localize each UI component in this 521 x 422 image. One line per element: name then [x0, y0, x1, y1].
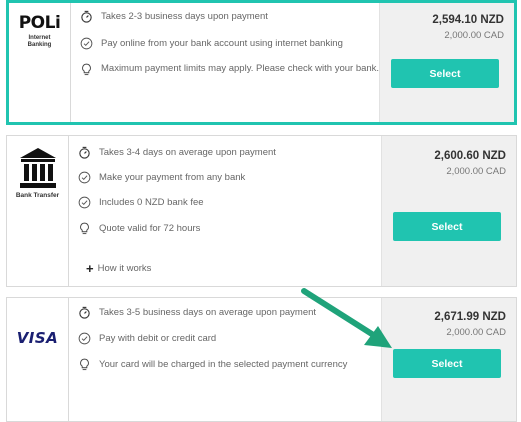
visa-price-panel: 2,671.99 NZD 2,000.00 CAD Select: [381, 298, 516, 421]
feature-row: Includes 0 NZD bank fee: [78, 196, 204, 209]
price-nzd: 2,594.10 NZD: [432, 14, 504, 26]
feature-text: Pay with debit or credit card: [99, 332, 217, 344]
how-it-works-label: How it works: [97, 263, 152, 274]
visa-details: Takes 3-5 business days on average upon …: [69, 298, 381, 421]
price-cad: 2,000.00 CAD: [444, 30, 504, 41]
feature-text: Takes 3-4 days on average upon payment: [99, 146, 276, 158]
check-circle-icon: [78, 332, 91, 345]
select-button[interactable]: Select: [391, 59, 499, 88]
feature-row: Takes 2-3 business days upon payment: [80, 10, 268, 23]
poli-logo: POLi Internet Banking: [9, 3, 71, 122]
visa-logo: VISA: [7, 298, 69, 421]
poli-details: Takes 2-3 business days upon payment Pay…: [71, 3, 379, 122]
feature-text: Quote valid for 72 hours: [99, 222, 201, 234]
feature-row: Takes 3-4 days on average upon payment: [78, 146, 276, 159]
feature-text: Takes 2-3 business days upon payment: [101, 10, 268, 22]
payment-option-poli[interactable]: POLi Internet Banking Takes 2-3 business…: [6, 0, 517, 125]
payment-option-bank-transfer[interactable]: Bank Transfer Takes 3-4 days on average …: [6, 135, 517, 287]
bank-transfer-label: Bank Transfer: [15, 192, 60, 199]
check-circle-icon: [80, 37, 93, 50]
price-cad: 2,000.00 CAD: [446, 166, 506, 177]
feature-text: Your card will be charged in the selecte…: [99, 358, 348, 370]
check-circle-icon: [78, 171, 91, 184]
feature-row: Maximum payment limits may apply. Please…: [80, 63, 391, 76]
feature-text: Maximum payment limits may apply. Please…: [101, 63, 380, 74]
feature-text: Make your payment from any bank: [99, 171, 246, 183]
select-button[interactable]: Select: [393, 349, 501, 378]
stopwatch-icon: [79, 306, 90, 319]
bank-transfer-price-panel: 2,600.60 NZD 2,000.00 CAD Select: [381, 136, 516, 286]
feature-text: Takes 3-5 business days on average upon …: [99, 306, 317, 318]
payment-option-visa[interactable]: VISA Takes 3-5 business days on average …: [6, 297, 517, 422]
feature-text: Pay online from your bank account using …: [101, 37, 343, 49]
price-nzd: 2,671.99 NZD: [434, 311, 506, 323]
plus-icon: +: [86, 260, 94, 276]
feature-row: Make your payment from any bank: [78, 171, 245, 184]
bank-transfer-logo: Bank Transfer: [7, 136, 69, 286]
feature-row: Your card will be charged in the selecte…: [78, 358, 347, 371]
poli-price-panel: 2,594.10 NZD 2,000.00 CAD Select: [379, 3, 514, 122]
feature-row: Quote valid for 72 hours: [78, 222, 200, 235]
select-button[interactable]: Select: [393, 212, 501, 241]
poli-logo-text: POLi: [18, 13, 61, 33]
feature-row: Pay online from your bank account using …: [80, 37, 343, 50]
how-it-works-link[interactable]: + How it works: [86, 260, 152, 276]
visa-logo-text: VISA: [16, 329, 59, 347]
stopwatch-icon: [79, 146, 90, 159]
check-circle-icon: [78, 196, 91, 209]
stopwatch-icon: [81, 10, 92, 23]
feature-row: Pay with debit or credit card: [78, 332, 216, 345]
poli-logo-subtitle: Internet Banking: [27, 35, 52, 48]
feature-row: Takes 3-5 business days on average upon …: [78, 306, 316, 319]
price-nzd: 2,600.60 NZD: [434, 150, 506, 162]
feature-text: Includes 0 NZD bank fee: [99, 196, 204, 208]
lightbulb-icon: [82, 63, 91, 76]
bank-building-icon: [19, 148, 56, 188]
lightbulb-icon: [80, 358, 89, 371]
bank-transfer-details: Takes 3-4 days on average upon payment M…: [69, 136, 381, 286]
lightbulb-icon: [80, 222, 89, 235]
price-cad: 2,000.00 CAD: [446, 327, 506, 338]
